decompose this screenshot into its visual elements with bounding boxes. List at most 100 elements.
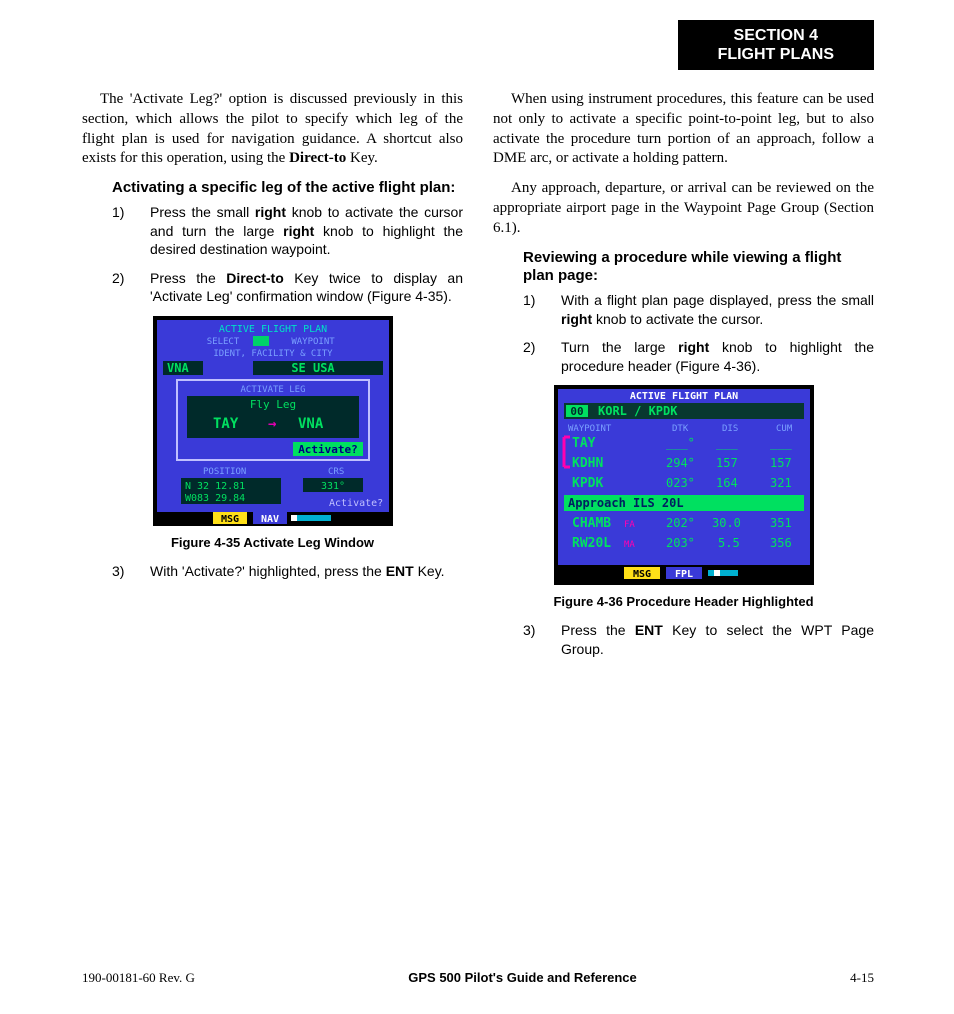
f35-title: ACTIVE FLIGHT PLAN: [218, 324, 326, 335]
step-text: Turn the large right knob to highlight t…: [561, 338, 874, 375]
f36-r5w: RW20L: [572, 536, 611, 551]
f35-crsv: 331°: [320, 481, 344, 492]
footer-left: 190-00181-60 Rev. G: [82, 970, 195, 986]
list-item: 3) Press the ENT Key to select the WPT P…: [523, 621, 874, 658]
f36-r1c: ___: [770, 436, 792, 450]
page-footer: 190-00181-60 Rev. G GPS 500 Pilot's Guid…: [82, 970, 874, 986]
step-text: With 'Activate?' highlighted, press the …: [150, 562, 463, 580]
f36-h-wpt: WAYPOINT: [568, 424, 612, 434]
f36-r5sfx: MA: [624, 540, 635, 550]
f35-activateq: Activate?: [298, 443, 358, 456]
intro-text-2: Key.: [346, 150, 378, 166]
t: Press the: [150, 270, 226, 286]
list-item: 2) Turn the large right knob to highligh…: [523, 338, 874, 375]
t: With a flight plan page displayed, press…: [561, 292, 874, 308]
step-number: 1): [523, 291, 545, 328]
left-intro: The 'Activate Leg?' option is discussed …: [82, 90, 463, 169]
f35-select: SELECT: [206, 337, 239, 347]
t: Key.: [414, 563, 445, 579]
f36-r3w: KPDK: [572, 476, 603, 491]
f36-r3d: 023°: [666, 476, 695, 490]
kw-right: right: [561, 311, 592, 327]
procedure-list-2b: 3) Press the ENT Key to select the WPT P…: [523, 621, 874, 658]
fig36-svg: ACTIVE FLIGHT PLAN 00 KORL / KPDK WAYPOI…: [554, 385, 814, 585]
f36-r4s: 30.0: [712, 516, 741, 530]
fig35-svg: ACTIVE FLIGHT PLAN SELECT WAYPOINT IDENT…: [153, 316, 393, 526]
f36-r2s: 157: [716, 456, 738, 470]
step-number: 3): [112, 562, 134, 580]
step-number: 1): [112, 203, 134, 258]
f35-activate2: Activate?: [329, 498, 383, 509]
f35-flyleg: Fly Leg: [249, 398, 295, 411]
f36-fpl: FPL: [674, 569, 692, 580]
f36-r4sfx: FA: [624, 520, 635, 530]
t: Press the: [561, 622, 635, 638]
f35-vna2: VNA: [298, 416, 324, 432]
subhead-activating-leg: Activating a specific leg of the active …: [112, 179, 463, 197]
kw-right: right: [283, 223, 314, 239]
f36-msg: MSG: [632, 569, 650, 580]
f35-pos-lbl: POSITION: [203, 467, 246, 477]
f36-h-cum: CUM: [776, 424, 793, 434]
section-title: FLIGHT PLANS: [718, 45, 834, 64]
f36-r2c: 157: [770, 456, 792, 470]
f35-lat: N 32 12.81: [185, 481, 245, 492]
f35-wpt: WAYPOINT: [291, 337, 335, 347]
intro-text-1: The 'Activate Leg?' option is discussed …: [82, 91, 463, 166]
f36-plan: KORL / KPDK: [598, 404, 678, 418]
f36-r4d: 202°: [666, 516, 695, 530]
f35-vna: VNA: [167, 361, 189, 375]
t: knob to activate the cursor.: [592, 311, 763, 327]
f35-actleg: ACTIVATE LEG: [240, 385, 305, 395]
f36-r4c: 351: [770, 516, 792, 530]
t: With 'Activate?' highlighted, press the: [150, 563, 386, 579]
procedure-list-2: 1) With a flight plan page displayed, pr…: [523, 291, 874, 375]
kw-ent: ENT: [386, 563, 414, 579]
step-number: 3): [523, 621, 545, 658]
t: Turn the large: [561, 339, 678, 355]
kw-direct-to: Direct-to: [226, 270, 284, 286]
step-number: 2): [523, 338, 545, 375]
kw-right: right: [255, 204, 286, 220]
t: Press the small: [150, 204, 255, 220]
step-text: Press the ENT Key to select the WPT Page…: [561, 621, 874, 658]
section-header-tab: SECTION 4 FLIGHT PLANS: [678, 20, 874, 70]
step-number: 2): [112, 269, 134, 306]
list-item: 1) Press the small right knob to activat…: [112, 203, 463, 258]
f36-r1w: TAY: [572, 436, 596, 451]
figure-4-35: ACTIVE FLIGHT PLAN SELECT WAYPOINT IDENT…: [82, 316, 463, 550]
f35-crs-lbl: CRS: [328, 467, 344, 477]
step-text: Press the small right knob to activate t…: [150, 203, 463, 258]
f35-msg: MSG: [220, 514, 238, 525]
f36-h-dtk: DTK: [672, 424, 689, 434]
list-item: 2) Press the Direct-to Key twice to disp…: [112, 269, 463, 306]
f35-nav: NAV: [260, 514, 278, 525]
f36-r1s: ___: [716, 436, 738, 450]
list-item: 1) With a flight plan page displayed, pr…: [523, 291, 874, 328]
fig35-caption: Figure 4-35 Activate Leg Window: [82, 535, 463, 550]
content-columns: The 'Activate Leg?' option is discussed …: [82, 90, 874, 668]
f36-r5c: 356: [770, 536, 792, 550]
subhead-reviewing-procedure: Reviewing a procedure while viewing a fl…: [523, 249, 874, 286]
f36-r1d: ___°: [666, 436, 695, 450]
step-text: With a flight plan page displayed, press…: [561, 291, 874, 328]
section-number: SECTION 4: [718, 26, 834, 45]
f36-r2d: 294°: [666, 456, 695, 470]
footer-mid: GPS 500 Pilot's Guide and Reference: [408, 970, 637, 986]
f36-h-dis: DIS: [722, 424, 738, 434]
f35-ident: IDENT, FACILITY & CITY: [213, 349, 333, 359]
left-column: The 'Activate Leg?' option is discussed …: [82, 90, 463, 668]
f35-lon: W083 29.84: [185, 493, 245, 504]
step-text: Press the Direct-to Key twice to display…: [150, 269, 463, 306]
f36-plannum: 00: [570, 405, 583, 418]
f36-r3c: 321: [770, 476, 792, 490]
f35-tay: TAY: [213, 416, 239, 432]
f36-r3s: 164: [716, 476, 738, 490]
f36-r2w: KDHN: [572, 456, 603, 471]
f36-title: ACTIVE FLIGHT PLAN: [629, 391, 737, 402]
procedure-list-1: 1) Press the small right knob to activat…: [112, 203, 463, 305]
f36-r5d: 203°: [666, 536, 695, 550]
footer-right: 4-15: [850, 970, 874, 986]
f36-approach: Approach ILS 20L: [568, 496, 684, 510]
direct-to-keyword: Direct-to: [289, 150, 346, 166]
